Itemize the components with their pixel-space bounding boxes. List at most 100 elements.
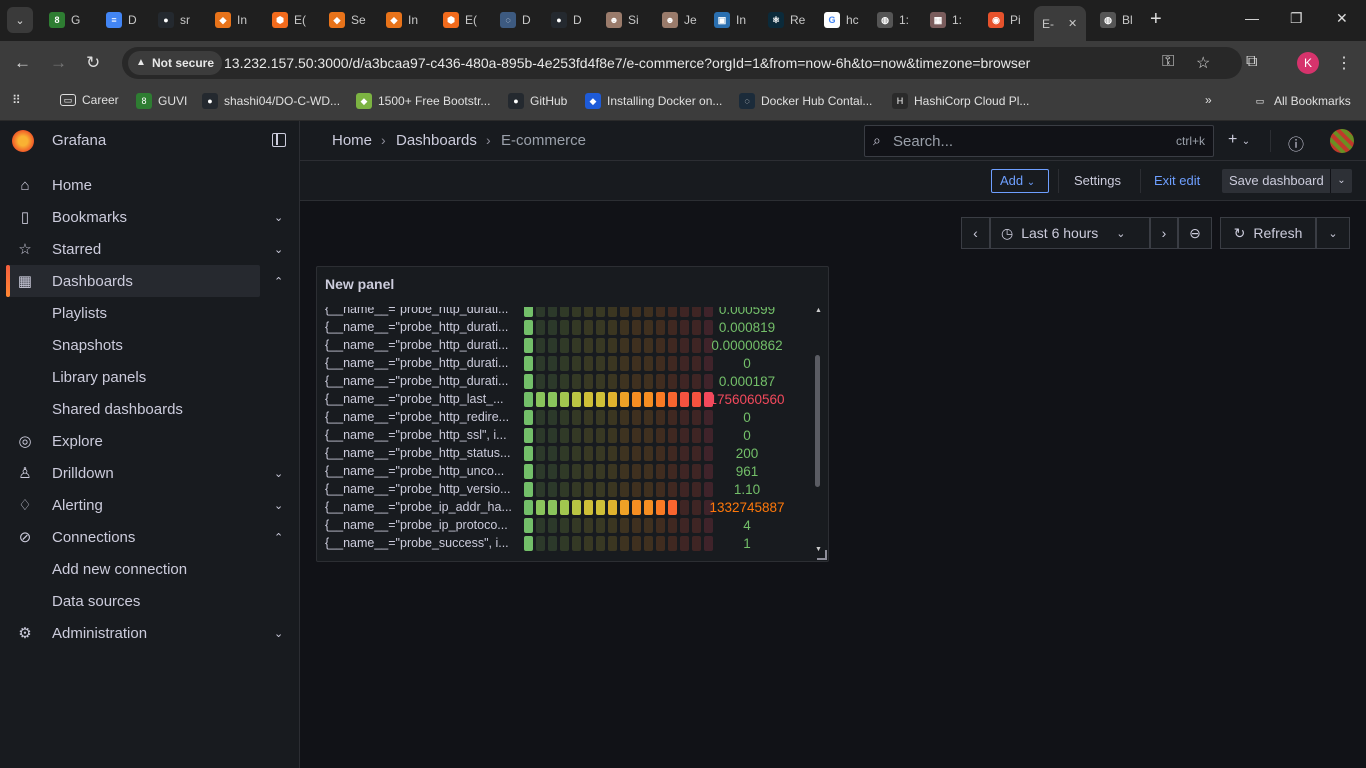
- browser-tab[interactable]: ◍ Bl: [1092, 6, 1142, 34]
- stat-row-value: 0.000187: [718, 374, 776, 389]
- apps-icon[interactable]: ⠿: [12, 93, 21, 107]
- bookmark-item[interactable]: ◆ Installing Docker on...: [585, 93, 722, 109]
- scroll-thumb[interactable]: [815, 355, 820, 487]
- settings-button[interactable]: Settings: [1074, 173, 1121, 188]
- nav-item-alerting[interactable]: ♢ Alerting ⌄: [6, 489, 283, 521]
- nav-item-connections[interactable]: ⊘ Connections ⌃: [6, 521, 284, 553]
- help-icon[interactable]: ⓘ: [1288, 131, 1304, 155]
- user-avatar[interactable]: [1330, 129, 1354, 153]
- nav-item-explore[interactable]: ◎ Explore: [6, 425, 260, 457]
- save-dashboard-button[interactable]: Save dashboard ⌄: [1222, 169, 1352, 193]
- panel-title[interactable]: New panel: [325, 276, 394, 292]
- browser-tab[interactable]: ● D: [543, 6, 595, 34]
- time-back-button[interactable]: ‹: [961, 217, 990, 249]
- minimize-icon[interactable]: —: [1245, 10, 1259, 26]
- tab-search-button[interactable]: ⌄: [7, 7, 33, 33]
- add-button[interactable]: Add ⌄: [991, 169, 1049, 193]
- browser-tab[interactable]: ⚛ Re: [760, 6, 814, 34]
- reload-icon[interactable]: ↻: [86, 53, 100, 73]
- nav-subitem[interactable]: Playlists: [52, 305, 107, 322]
- nav-item-drilldown[interactable]: ♙ Drilldown ⌄: [6, 457, 283, 489]
- bookmark-item[interactable]: 8 GUVI: [136, 93, 187, 109]
- browser-tab[interactable]: ⬢ E(: [264, 6, 318, 34]
- password-key-icon[interactable]: ⚿: [1162, 53, 1174, 71]
- browser-tab[interactable]: ⬢ E(: [435, 6, 489, 34]
- bookmark-item[interactable]: ◌ Docker Hub Contai...: [739, 93, 872, 109]
- more-bookmarks-icon[interactable]: »: [1205, 93, 1212, 107]
- chevron-down-icon[interactable]: ⌄: [274, 211, 283, 224]
- nav-item-dashboards[interactable]: ▦ Dashboards ⌃: [6, 265, 283, 297]
- browser-tab[interactable]: ≡ D: [98, 6, 148, 34]
- new-plus-icon[interactable]: + ⌄: [1228, 131, 1250, 149]
- browser-tab[interactable]: E- ✕: [1034, 6, 1086, 41]
- close-window-icon[interactable]: ✕: [1336, 10, 1348, 27]
- nav-item-administration[interactable]: ⚙ Administration ⌄: [6, 617, 283, 649]
- chevron-down-icon[interactable]: ⌄: [274, 627, 283, 640]
- bookmark-star-icon[interactable]: ☆: [1196, 53, 1210, 73]
- gauge-cell: [632, 446, 641, 461]
- nav-item-bookmarks[interactable]: ▯ Bookmarks ⌄: [6, 201, 283, 233]
- browser-tab[interactable]: ● sr: [150, 6, 204, 34]
- dashboard-panel[interactable]: New panel {__name__="probe_http_durati..…: [316, 266, 829, 562]
- bookmark-item[interactable]: ● shashi04/DO-C-WD...: [202, 93, 340, 109]
- nav-item-starred[interactable]: ☆ Starred ⌄: [6, 233, 283, 265]
- chevron-up-icon[interactable]: ⌃: [274, 531, 283, 544]
- omnibox[interactable]: Not secure 13.232.157.50:3000/d/a3bcaa97…: [122, 47, 1242, 79]
- search-input[interactable]: ⌕ Search... ctrl+k: [864, 125, 1214, 157]
- nav-item-home[interactable]: ⌂ Home: [6, 169, 260, 201]
- browser-tab[interactable]: ▦ 1:: [922, 6, 976, 34]
- nav-subitem[interactable]: Add new connection: [52, 561, 187, 578]
- browser-tab[interactable]: ◌ D: [492, 6, 540, 34]
- nav-subitem[interactable]: Snapshots: [52, 337, 123, 354]
- refresh-interval-chevron-icon[interactable]: ⌄: [1316, 217, 1350, 249]
- browser-tab[interactable]: ▣ In: [706, 6, 758, 34]
- browser-tab[interactable]: ☻ Je: [654, 6, 704, 34]
- exit-edit-button[interactable]: Exit edit: [1154, 173, 1200, 188]
- browser-tab[interactable]: ◆ In: [378, 6, 432, 34]
- close-tab-icon[interactable]: ✕: [1068, 17, 1077, 30]
- save-options-chevron-icon[interactable]: ⌄: [1330, 169, 1352, 193]
- refresh-button[interactable]: ↻ Refresh: [1220, 217, 1316, 249]
- bookmark-item[interactable]: ◆ 1500+ Free Bootstr...: [356, 93, 490, 109]
- bookmark-item[interactable]: H HashiCorp Cloud Pl...: [892, 93, 1029, 109]
- scroll-up-icon[interactable]: ▲: [815, 307, 822, 314]
- not-secure-badge[interactable]: Not secure: [128, 51, 223, 75]
- browser-tab[interactable]: ◆ Se: [321, 6, 375, 34]
- time-range-button[interactable]: ◷ Last 6 hours ⌄: [990, 217, 1150, 249]
- time-forward-button[interactable]: ›: [1150, 217, 1178, 249]
- dock-menu-icon[interactable]: [272, 133, 286, 147]
- all-bookmarks[interactable]: ▭ All Bookmarks: [1252, 93, 1351, 109]
- gauge-cell: [524, 410, 533, 425]
- new-tab-button[interactable]: +: [1150, 8, 1162, 31]
- grafana-logo-icon[interactable]: [12, 130, 34, 152]
- browser-tab[interactable]: ◉ Pi: [980, 6, 1032, 34]
- extensions-icon[interactable]: ⧉: [1246, 53, 1257, 71]
- profile-avatar[interactable]: K: [1297, 52, 1319, 74]
- nav-subitem[interactable]: Library panels: [52, 369, 146, 386]
- chevron-down-icon[interactable]: ⌄: [274, 243, 283, 256]
- restore-icon[interactable]: ❐: [1290, 10, 1303, 27]
- browser-tab[interactable]: ☻ Si: [598, 6, 652, 34]
- panel-resize-handle[interactable]: [817, 550, 827, 560]
- browser-tab[interactable]: ◍ 1:: [869, 6, 919, 34]
- browser-menu-icon[interactable]: ⋮: [1336, 53, 1352, 73]
- url-text[interactable]: 13.232.157.50:3000/d/a3bcaa97-c436-480a-…: [224, 55, 1030, 71]
- gauge-cell: [536, 500, 545, 515]
- bookmark-item[interactable]: ● GitHub: [508, 93, 567, 109]
- chevron-up-icon[interactable]: ⌃: [274, 275, 283, 288]
- breadcrumb-dashboards[interactable]: Dashboards: [396, 132, 477, 149]
- back-icon[interactable]: ←: [14, 53, 31, 73]
- breadcrumb-home[interactable]: Home: [332, 132, 372, 149]
- panel-scrollbar[interactable]: ▲ ▼: [814, 307, 822, 553]
- zoom-out-icon[interactable]: ⊖: [1178, 217, 1212, 249]
- nav-subitem[interactable]: Shared dashboards: [52, 401, 183, 418]
- nav-subitem[interactable]: Data sources: [52, 593, 140, 610]
- forward-icon[interactable]: →: [50, 53, 67, 73]
- chevron-down-icon[interactable]: ⌄: [274, 499, 283, 512]
- browser-tab[interactable]: Ghc: [816, 6, 866, 34]
- browser-tab[interactable]: ◆ In: [207, 6, 261, 34]
- browser-tab[interactable]: 8G: [41, 6, 95, 34]
- stat-row-label: {__name__="probe_http_last_...: [325, 392, 504, 406]
- chevron-down-icon[interactable]: ⌄: [274, 467, 283, 480]
- bookmark-item[interactable]: ▭ Career: [60, 93, 119, 107]
